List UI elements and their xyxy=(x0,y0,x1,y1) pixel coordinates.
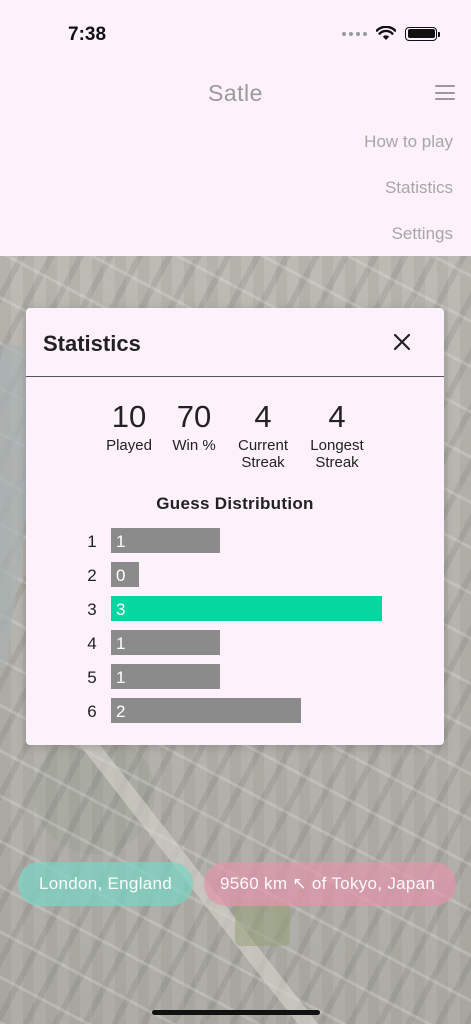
stat-value: 4 xyxy=(254,399,272,434)
distribution-guess-number: 4 xyxy=(87,634,97,653)
app-title: Satle xyxy=(208,80,263,106)
status-time: 7:38 xyxy=(68,24,107,45)
distribution-row: 5 1 xyxy=(26,664,444,690)
stat-value: 10 xyxy=(111,399,147,434)
guess-distance-pill: 9560 km ↖ of Tokyo, Japan xyxy=(204,862,456,906)
distribution-count: 0 xyxy=(116,566,126,585)
distribution-bar: 1 xyxy=(111,630,220,655)
stat-value: 70 xyxy=(176,399,212,434)
stat-label: Current Streak xyxy=(237,437,289,471)
distribution-count: 2 xyxy=(116,702,126,721)
distribution-count: 3 xyxy=(116,600,126,619)
distribution-bar: 3 xyxy=(111,596,382,621)
stat-played: 10 Played xyxy=(102,399,156,455)
distribution-count: 1 xyxy=(116,532,126,551)
stat-longest-streak: 4 Longest Streak xyxy=(300,399,374,472)
distribution-guess-number: 1 xyxy=(87,532,97,551)
modal-title: Statistics xyxy=(43,331,141,356)
distribution-guess-number: 6 xyxy=(87,702,97,721)
stat-label: Longest Streak xyxy=(310,437,364,471)
status-bar: 7:38 xyxy=(0,0,471,64)
stat-value: 4 xyxy=(328,399,346,434)
distribution-count: 1 xyxy=(116,668,126,687)
close-icon[interactable] xyxy=(390,330,414,354)
stat-label: Played xyxy=(106,437,152,454)
distribution-bar: 1 xyxy=(111,528,220,553)
stat-current-streak: 4 Current Streak xyxy=(229,399,297,472)
distribution-row: 2 0 xyxy=(26,562,444,588)
home-indicator xyxy=(152,1010,320,1015)
status-icons xyxy=(342,26,440,41)
distribution-row: 6 2 xyxy=(26,698,444,724)
distribution-bar: 2 xyxy=(111,698,301,723)
distribution-bar: 1 xyxy=(111,664,220,689)
distribution-row: 1 1 xyxy=(26,528,444,554)
distribution-count: 1 xyxy=(116,634,126,653)
wifi-icon xyxy=(376,26,396,40)
battery-icon xyxy=(405,26,440,41)
distribution-bar: 0 xyxy=(111,562,139,587)
distribution-row: 3 3 xyxy=(26,596,444,622)
menu-item-statistics[interactable]: Statistics xyxy=(385,178,453,198)
menu-icon[interactable] xyxy=(435,85,455,100)
map-park xyxy=(235,901,290,946)
distribution-row: 4 1 xyxy=(26,630,444,656)
stat-win-percent: 70 Win % xyxy=(168,399,220,455)
signal-icon xyxy=(342,31,367,36)
modal-divider xyxy=(26,376,444,377)
guess-city-pill: London, England xyxy=(18,862,193,906)
menu-item-how-to-play[interactable]: How to play xyxy=(364,132,453,152)
distribution-guess-number: 2 xyxy=(87,566,97,585)
distribution-guess-number: 5 xyxy=(87,668,97,687)
header: Satle How to play Statistics Settings xyxy=(0,64,471,256)
statistics-modal: Statistics 10 Played 70 Win % 4 Current … xyxy=(26,308,444,745)
menu-item-settings[interactable]: Settings xyxy=(392,224,453,244)
stat-label: Win % xyxy=(172,437,216,454)
distribution-guess-number: 3 xyxy=(87,600,97,619)
guess-distribution-title: Guess Distribution xyxy=(156,494,314,513)
